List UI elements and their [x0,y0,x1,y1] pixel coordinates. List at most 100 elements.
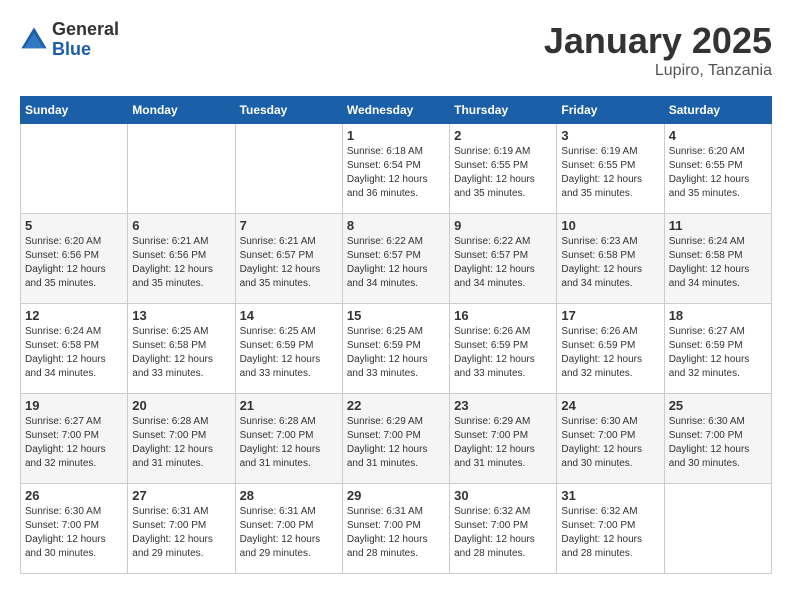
calendar-cell: 28Sunrise: 6:31 AM Sunset: 7:00 PM Dayli… [235,484,342,574]
day-number: 10 [561,218,659,233]
title-block: January 2025 Lupiro, Tanzania [544,20,772,80]
calendar-cell: 4 Sunrise: 6:20 AM Sunset: 6:55 PM Daylig… [664,124,771,214]
column-header-sunday: Sunday [21,97,128,124]
day-number: 11 [669,218,767,233]
day-number: 24 [561,398,659,413]
calendar-cell: 18Sunrise: 6:27 AM Sunset: 6:59 PM Dayli… [664,304,771,394]
day-number: 17 [561,308,659,323]
day-info: Sunrise: 6:31 AM Sunset: 7:00 PM Dayligh… [347,505,445,561]
day-number: 30 [454,488,552,503]
day-info: Sunrise: 6:24 AM Sunset: 6:58 PM Dayligh… [669,235,767,291]
day-number: 13 [132,308,230,323]
logo-general: General [52,20,119,40]
day-number: 4 [669,128,767,143]
day-info: Sunrise: 6:21 AM Sunset: 6:57 PM Dayligh… [240,235,338,291]
day-number: 16 [454,308,552,323]
day-info: Sunrise: 6:24 AM Sunset: 6:58 PM Dayligh… [25,325,123,381]
day-info: Sunrise: 6:20 AM Sunset: 6:56 PM Dayligh… [25,235,123,291]
calendar-cell: 20 Sunrise: 6:28 AM Sunset: 7:00 PM Dayli… [128,394,235,484]
logo-blue: Blue [52,40,119,60]
calendar-cell: 14Sunrise: 6:25 AM Sunset: 6:59 PM Dayli… [235,304,342,394]
day-info: Sunrise: 6:25 AM Sunset: 6:59 PM Dayligh… [240,325,338,381]
day-number: 3 [561,128,659,143]
day-info: Sunrise: 6:30 AM Sunset: 7:00 PM Dayligh… [561,415,659,471]
week-row-2: 5 Sunrise: 6:20 AM Sunset: 6:56 PM Daylig… [21,214,772,304]
calendar-cell: 24 Sunrise: 6:30 AM Sunset: 7:00 PM Dayli… [557,394,664,484]
calendar-cell: 10Sunrise: 6:23 AM Sunset: 6:58 PM Dayli… [557,214,664,304]
calendar-cell: 15 Sunrise: 6:25 AM Sunset: 6:59 PM Dayli… [342,304,449,394]
day-number: 2 [454,128,552,143]
week-row-4: 19 Sunrise: 6:27 AM Sunset: 7:00 PM Dayli… [21,394,772,484]
week-row-3: 12 Sunrise: 6:24 AM Sunset: 6:58 PM Dayli… [21,304,772,394]
day-info: Sunrise: 6:25 AM Sunset: 6:59 PM Dayligh… [347,325,445,381]
column-header-monday: Monday [128,97,235,124]
day-info: Sunrise: 6:31 AM Sunset: 7:00 PM Dayligh… [240,505,338,561]
day-info: Sunrise: 6:26 AM Sunset: 6:59 PM Dayligh… [561,325,659,381]
day-number: 20 [132,398,230,413]
calendar-cell: 6 Sunrise: 6:21 AM Sunset: 6:56 PM Daylig… [128,214,235,304]
logo: General Blue [20,20,119,60]
day-info: Sunrise: 6:31 AM Sunset: 7:00 PM Dayligh… [132,505,230,561]
column-header-friday: Friday [557,97,664,124]
calendar-cell: 17 Sunrise: 6:26 AM Sunset: 6:59 PM Dayli… [557,304,664,394]
column-header-wednesday: Wednesday [342,97,449,124]
day-number: 6 [132,218,230,233]
calendar-cell: 31 Sunrise: 6:32 AM Sunset: 7:00 PM Dayli… [557,484,664,574]
day-number: 1 [347,128,445,143]
week-row-5: 26Sunrise: 6:30 AM Sunset: 7:00 PM Dayli… [21,484,772,574]
day-info: Sunrise: 6:27 AM Sunset: 7:00 PM Dayligh… [25,415,123,471]
calendar-cell: 29 Sunrise: 6:31 AM Sunset: 7:00 PM Dayli… [342,484,449,574]
day-info: Sunrise: 6:19 AM Sunset: 6:55 PM Dayligh… [454,145,552,201]
day-info: Sunrise: 6:30 AM Sunset: 7:00 PM Dayligh… [669,415,767,471]
calendar-cell: 7Sunrise: 6:21 AM Sunset: 6:57 PM Daylig… [235,214,342,304]
calendar-cell: 19 Sunrise: 6:27 AM Sunset: 7:00 PM Dayli… [21,394,128,484]
day-info: Sunrise: 6:21 AM Sunset: 6:56 PM Dayligh… [132,235,230,291]
logo-text: General Blue [52,20,119,60]
calendar-cell [235,124,342,214]
day-number: 23 [454,398,552,413]
column-header-tuesday: Tuesday [235,97,342,124]
day-info: Sunrise: 6:19 AM Sunset: 6:55 PM Dayligh… [561,145,659,201]
logo-icon [20,26,48,54]
day-info: Sunrise: 6:25 AM Sunset: 6:58 PM Dayligh… [132,325,230,381]
calendar-cell: 30 Sunrise: 6:32 AM Sunset: 7:00 PM Dayli… [450,484,557,574]
calendar-cell: 8Sunrise: 6:22 AM Sunset: 6:57 PM Daylig… [342,214,449,304]
day-number: 12 [25,308,123,323]
day-info: Sunrise: 6:28 AM Sunset: 7:00 PM Dayligh… [240,415,338,471]
calendar-cell: 22Sunrise: 6:29 AM Sunset: 7:00 PM Dayli… [342,394,449,484]
calendar-cell: 9Sunrise: 6:22 AM Sunset: 6:57 PM Daylig… [450,214,557,304]
month-title: January 2025 [544,20,772,62]
calendar-cell: 12 Sunrise: 6:24 AM Sunset: 6:58 PM Dayli… [21,304,128,394]
column-header-thursday: Thursday [450,97,557,124]
day-number: 5 [25,218,123,233]
day-info: Sunrise: 6:29 AM Sunset: 7:00 PM Dayligh… [347,415,445,471]
header-row: SundayMondayTuesdayWednesdayThursdayFrid… [21,97,772,124]
calendar-cell: 27 Sunrise: 6:31 AM Sunset: 7:00 PM Dayli… [128,484,235,574]
day-info: Sunrise: 6:22 AM Sunset: 6:57 PM Dayligh… [347,235,445,291]
day-number: 19 [25,398,123,413]
day-number: 31 [561,488,659,503]
calendar-table: SundayMondayTuesdayWednesdayThursdayFrid… [20,96,772,574]
day-info: Sunrise: 6:28 AM Sunset: 7:00 PM Dayligh… [132,415,230,471]
location-title: Lupiro, Tanzania [544,62,772,80]
day-number: 9 [454,218,552,233]
week-row-1: 1Sunrise: 6:18 AM Sunset: 6:54 PM Daylig… [21,124,772,214]
page-header: General Blue January 2025 Lupiro, Tanzan… [20,20,772,80]
day-number: 21 [240,398,338,413]
calendar-cell: 21 Sunrise: 6:28 AM Sunset: 7:00 PM Dayli… [235,394,342,484]
day-info: Sunrise: 6:27 AM Sunset: 6:59 PM Dayligh… [669,325,767,381]
column-header-saturday: Saturday [664,97,771,124]
calendar-cell: 16Sunrise: 6:26 AM Sunset: 6:59 PM Dayli… [450,304,557,394]
calendar-cell: 25 Sunrise: 6:30 AM Sunset: 7:00 PM Dayli… [664,394,771,484]
calendar-cell: 23 Sunrise: 6:29 AM Sunset: 7:00 PM Dayli… [450,394,557,484]
day-number: 27 [132,488,230,503]
day-info: Sunrise: 6:29 AM Sunset: 7:00 PM Dayligh… [454,415,552,471]
day-info: Sunrise: 6:32 AM Sunset: 7:00 PM Dayligh… [454,505,552,561]
day-info: Sunrise: 6:32 AM Sunset: 7:00 PM Dayligh… [561,505,659,561]
day-info: Sunrise: 6:30 AM Sunset: 7:00 PM Dayligh… [25,505,123,561]
day-number: 29 [347,488,445,503]
calendar-cell: 13 Sunrise: 6:25 AM Sunset: 6:58 PM Dayli… [128,304,235,394]
day-number: 15 [347,308,445,323]
day-number: 25 [669,398,767,413]
day-info: Sunrise: 6:20 AM Sunset: 6:55 PM Dayligh… [669,145,767,201]
